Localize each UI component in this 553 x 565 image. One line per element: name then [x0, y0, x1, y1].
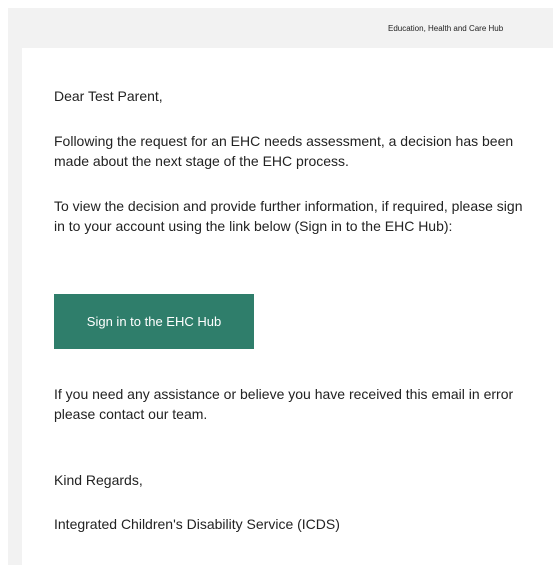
- header-title: Education, Health and Care Hub: [388, 24, 504, 33]
- email-container: Education, Health and Care Hub Dear Test…: [8, 8, 553, 565]
- paragraph-decision: Following the request for an EHC needs a…: [54, 133, 514, 169]
- signature: Integrated Children's Disability Service…: [54, 516, 340, 532]
- sign-in-button[interactable]: Sign in to the EHC Hub: [54, 294, 254, 349]
- sign-off: Kind Regards,: [54, 472, 143, 488]
- paragraph-assistance: If you need any assistance or believe yo…: [54, 386, 514, 422]
- email-body: Dear Test Parent, Following the request …: [22, 48, 553, 565]
- greeting: Dear Test Parent,: [54, 88, 163, 104]
- paragraph-instructions: To view the decision and provide further…: [54, 198, 523, 234]
- window-left-edge: [0, 0, 8, 565]
- email-header: Education, Health and Care Hub: [8, 8, 553, 48]
